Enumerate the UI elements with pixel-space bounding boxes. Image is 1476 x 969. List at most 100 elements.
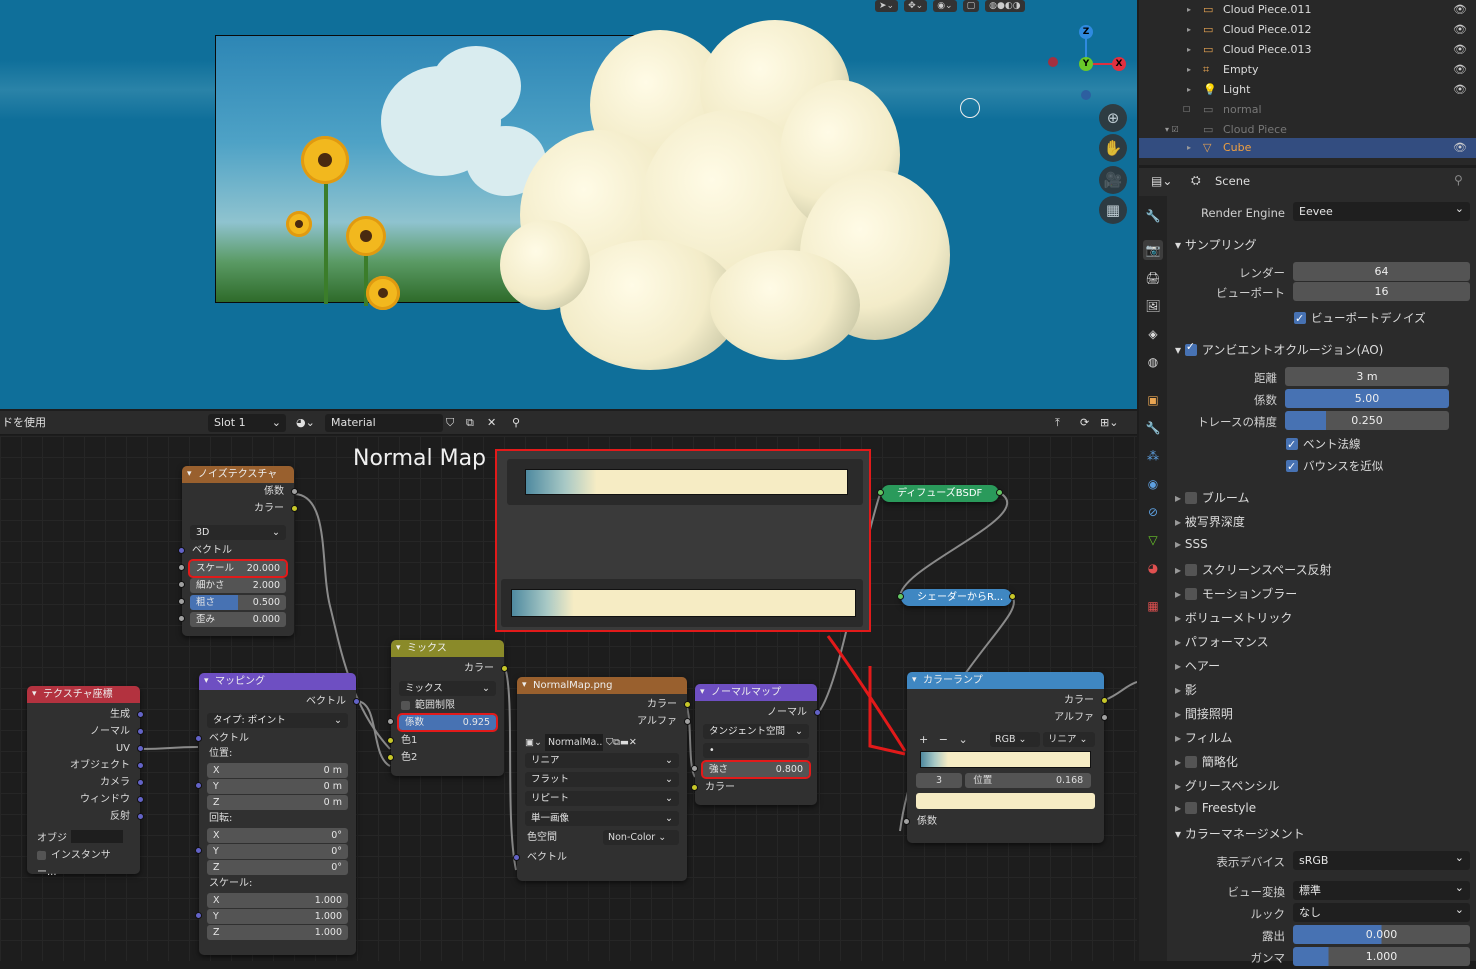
- collapsed-panel-header[interactable]: ▸ 被写界深度: [1175, 513, 1245, 530]
- strength-field[interactable]: 強さ 0.800: [691, 760, 811, 779]
- collapsed-panel-header[interactable]: ▸ 簡略化: [1175, 753, 1238, 770]
- detail-field[interactable]: 細かさ 2.000: [178, 578, 286, 593]
- gizmo-y-icon[interactable]: Y: [1079, 57, 1093, 71]
- node-header[interactable]: テクスチャ座標: [27, 686, 140, 703]
- normal-space-dropdown[interactable]: タンジェント空間 ⌄: [703, 724, 809, 739]
- location-y-field[interactable]: Y0 m: [195, 779, 348, 794]
- ao-distance-field[interactable]: 3 m: [1285, 367, 1449, 386]
- pin-icon[interactable]: ⚲: [1454, 173, 1463, 187]
- bent-normals-checkbox[interactable]: ベント法線: [1286, 433, 1466, 456]
- eye-visibility-icon[interactable]: 👁: [1453, 138, 1467, 158]
- world-tab-icon[interactable]: ◍: [1143, 352, 1163, 372]
- panel-enable-checkbox[interactable]: [1184, 802, 1197, 814]
- normal-map-node[interactable]: ノーマルマップ ノーマル タンジェント空間⌄ • 強さ0.800 カラー: [691, 684, 821, 805]
- gizmo-neg-x-icon[interactable]: [1048, 57, 1058, 67]
- scale-z-field[interactable]: Z 1.000: [207, 925, 348, 940]
- node-header[interactable]: カラーランプ: [907, 672, 1104, 689]
- use-nodes-label[interactable]: ドを使用: [2, 414, 46, 432]
- outliner-row[interactable]: ▸ ▭ Cloud Piece.011 👁: [1139, 0, 1476, 20]
- texture-coordinate-node[interactable]: テクスチャ座標 生成 ノーマル UV オブジェクト カメラ ウィンドウ 反射 オ…: [27, 686, 144, 878]
- node-header[interactable]: マッピング: [199, 673, 356, 690]
- scene-tab-icon[interactable]: ◈: [1143, 324, 1163, 344]
- dimensions-dropdown[interactable]: 3D ⌄: [190, 525, 286, 540]
- remove-stop-button[interactable]: −: [939, 733, 948, 746]
- viewport-header-tools[interactable]: ➤⌄ ✥⌄ ◉⌄ ▢ ◍●◐◑: [875, 0, 1137, 12]
- collapsed-panel-header[interactable]: ▸ ヘアー: [1175, 657, 1220, 674]
- collapsed-panel-header[interactable]: ▸ フィルム: [1175, 729, 1232, 746]
- expand-arrow-icon[interactable]: ▸: [1187, 20, 1191, 40]
- location-z-field[interactable]: Z0 m: [207, 795, 348, 810]
- duplicate-icon[interactable]: ⧉: [466, 414, 474, 432]
- outliner-row[interactable]: ▸ ▭ Cloud Piece.013 👁: [1139, 40, 1476, 60]
- mix-factor-field[interactable]: 係数 0.925: [387, 713, 498, 732]
- outliner-row[interactable]: ▾ ☑ ▭ Cloud Piece: [1139, 120, 1476, 140]
- source-dropdown[interactable]: 単一画像 ⌄: [525, 811, 679, 826]
- ao-panel-header[interactable]: ▾ アンビエントオクルージョン(AO): [1175, 340, 1383, 358]
- image-selector[interactable]: ▣⌄ NormalMa... ⛉⧉▬✕: [517, 734, 687, 751]
- roughness-field[interactable]: 粗さ 0.500: [178, 595, 286, 610]
- eye-visibility-icon[interactable]: 👁: [1453, 20, 1467, 40]
- uv-map-field[interactable]: •: [703, 743, 809, 758]
- eye-visibility-icon[interactable]: 👁: [1453, 80, 1467, 100]
- snap-icon[interactable]: ◉⌄: [933, 0, 957, 12]
- scale-field[interactable]: スケール 20.000: [178, 559, 288, 578]
- collapsed-panel-header[interactable]: ▸ ボリューメトリック: [1175, 609, 1292, 626]
- tool-tab-icon[interactable]: 🔧: [1143, 206, 1163, 226]
- color-mode-dropdown[interactable]: RGB ⌄: [990, 732, 1040, 747]
- expand-arrow-icon[interactable]: ▸: [1187, 80, 1191, 100]
- view-transform-dropdown[interactable]: 標準: [1293, 878, 1470, 900]
- node-header[interactable]: ミックス: [391, 640, 504, 657]
- object-tab-icon[interactable]: ▣: [1143, 390, 1163, 410]
- extension-dropdown[interactable]: リピート ⌄: [525, 791, 679, 806]
- overlay-toggle-icon[interactable]: ⟳: [1080, 414, 1089, 432]
- output-tab-icon[interactable]: 🖨: [1143, 268, 1163, 288]
- render-engine-dropdown[interactable]: Eevee: [1293, 199, 1470, 221]
- ortho-grid-icon[interactable]: ▦: [1099, 196, 1127, 224]
- mapping-node[interactable]: マッピング ベクトル タイプ: ポイント⌄ ベクトル 位置: X0 m Y0 m…: [195, 673, 360, 955]
- instancer-checkbox[interactable]: インスタンサー...: [27, 847, 140, 878]
- clamp-checkbox[interactable]: 範囲制限: [391, 698, 504, 713]
- navigation-gizmo[interactable]: Z Y X: [1040, 20, 1135, 120]
- color-management-panel-header[interactable]: ▾ カラーマネージメント: [1175, 825, 1305, 842]
- cursor-icon[interactable]: ➤⌄: [875, 0, 899, 12]
- chevron-down-icon[interactable]: ⌄: [958, 733, 967, 746]
- node-editor[interactable]: Normal Map ノイズテクスチャ 係数 カラー 3D⌄ ベクトル スケール…: [0, 436, 1137, 961]
- rotation-y-field[interactable]: Y 0°: [195, 844, 348, 859]
- collapsed-panel-header[interactable]: ▸ パフォーマンス: [1175, 633, 1269, 650]
- noise-texture-node[interactable]: ノイズテクスチャ 係数 カラー 3D⌄ ベクトル スケール20.000 細かさ2…: [178, 466, 298, 636]
- collapsed-panel-header[interactable]: ▸ Freestyle: [1175, 801, 1256, 815]
- panel-enable-checkbox[interactable]: [1184, 564, 1197, 576]
- particles-tab-icon[interactable]: ⁂: [1143, 446, 1163, 466]
- eye-visibility-icon[interactable]: 👁: [1453, 0, 1467, 20]
- look-dropdown[interactable]: なし: [1293, 900, 1470, 922]
- view-layer-tab-icon[interactable]: 🖼: [1143, 296, 1163, 316]
- shader-to-rgb-node[interactable]: シェーダーからR...: [897, 589, 1016, 606]
- bounce-checkbox[interactable]: バウンスを近似: [1286, 455, 1466, 478]
- pin-icon[interactable]: ⚲: [512, 414, 520, 432]
- mix-node[interactable]: ミックス カラー ミックス⌄ 範囲制限 係数0.925 色1 色2: [387, 640, 508, 776]
- gizmo-x-icon[interactable]: X: [1112, 57, 1126, 71]
- scale-y-field[interactable]: Y 1.000: [195, 909, 348, 924]
- display-device-dropdown[interactable]: sRGB: [1293, 848, 1470, 870]
- ramp-stop-row[interactable]: 3 位置 0.168: [907, 772, 1104, 789]
- exclude-checkbox-icon[interactable]: ☐: [1183, 100, 1190, 120]
- object-field[interactable]: オブジ ✎: [27, 830, 140, 861]
- diffuse-bsdf-node[interactable]: ディフューズBSDF: [877, 485, 1003, 502]
- collapsed-panel-header[interactable]: ▸ ブルーム: [1175, 489, 1249, 506]
- fake-user-shield-icon[interactable]: ⛉: [446, 414, 454, 432]
- viewport-samples-field[interactable]: 16: [1293, 282, 1470, 301]
- collapsed-panel-header[interactable]: ▸ 間接照明: [1175, 705, 1233, 722]
- ao-trace-field[interactable]: 0.250: [1285, 411, 1449, 430]
- gizmo-neg-z-icon[interactable]: [1081, 90, 1091, 100]
- editor-type-icon[interactable]: ▤⌄: [1151, 174, 1172, 188]
- panel-enable-checkbox[interactable]: [1184, 756, 1197, 768]
- panel-enable-checkbox[interactable]: [1184, 492, 1197, 504]
- properties-panel[interactable]: Render Engine Eevee ▾ サンプリング レンダー 64 ビュー…: [1167, 196, 1476, 966]
- collapsed-panel-header[interactable]: ▸ SSS: [1175, 537, 1208, 551]
- colorspace-row[interactable]: 色空間 Non-Color ⌄: [517, 829, 687, 846]
- 3d-viewport[interactable]: ➤⌄ ✥⌄ ◉⌄ ▢ ◍●◐◑ Z Y X ⊕ ✋ 🎥 ▦: [0, 0, 1137, 409]
- stop-color-swatch[interactable]: [916, 793, 1095, 809]
- collapsed-panel-header[interactable]: ▸ スクリーンスペース反射: [1175, 561, 1332, 578]
- cloud-object[interactable]: [500, 20, 970, 370]
- outliner-row[interactable]: ☐ ▭ normal: [1139, 100, 1476, 120]
